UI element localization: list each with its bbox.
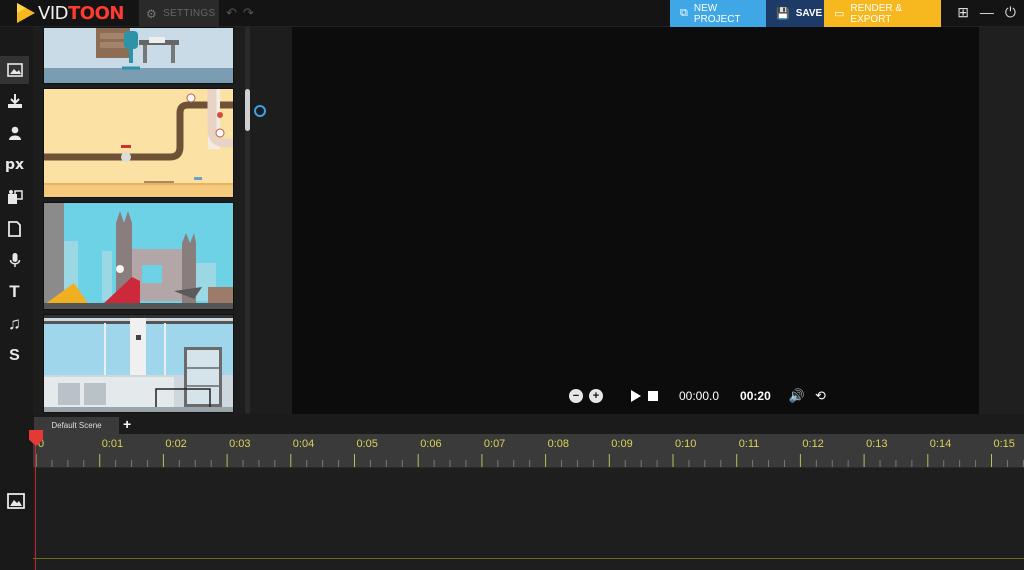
minimize-icon[interactable]: —: [980, 4, 994, 21]
sound-effect-icon[interactable]: S: [0, 342, 29, 370]
tab-default-scene[interactable]: Default Scene: [34, 417, 119, 434]
background-thumbnail-pipes[interactable]: [43, 88, 234, 198]
redo-icon[interactable]: ↷: [243, 5, 254, 21]
vidtoon-editor: VIDTOON ⚙ SETTINGS ↶ ↷ ⧉ NEW PROJECT 💾 S…: [0, 0, 1024, 570]
music-icon[interactable]: ♫: [0, 310, 29, 338]
preview-canvas[interactable]: [292, 27, 979, 414]
save-icon: 💾: [776, 8, 790, 20]
track-baseline: [33, 558, 1024, 559]
save-button[interactable]: 💾 SAVE: [766, 0, 824, 27]
background-icon[interactable]: [0, 56, 29, 84]
panel-resize-handle[interactable]: [254, 105, 266, 117]
text-icon[interactable]: T: [0, 278, 29, 306]
background-layer-icon: [7, 493, 25, 509]
play-icon[interactable]: [631, 390, 641, 402]
render-export-button[interactable]: ▭ RENDER & EXPORT: [824, 0, 941, 27]
library-scrollbar-thumb[interactable]: [245, 89, 250, 131]
zoom-out-icon[interactable]: −: [569, 389, 583, 403]
background-library-panel: [33, 27, 292, 414]
timeline-layer-rail: [0, 434, 33, 570]
ruler-tick-label: 0:10: [675, 438, 697, 450]
new-project-icon: ⧉: [680, 7, 688, 19]
library-scrollbar[interactable]: [245, 27, 250, 414]
monitor-icon: ▭: [834, 8, 845, 20]
undo-icon[interactable]: ↶: [226, 5, 237, 21]
character-icon[interactable]: [0, 119, 29, 147]
scene-tabs: Default Scene +: [33, 414, 1024, 434]
new-project-button[interactable]: ⧉ NEW PROJECT: [670, 0, 766, 27]
settings-button[interactable]: ⚙ SETTINGS: [139, 0, 219, 27]
px-icon[interactable]: px: [0, 151, 29, 179]
ruler-tick-label: 0:12: [802, 438, 824, 450]
settings-label: SETTINGS: [163, 8, 216, 19]
logo-play-icon: [17, 3, 35, 23]
text-box-icon[interactable]: [0, 215, 29, 243]
ruler-tick-label: 0:11: [738, 438, 760, 450]
props-icon[interactable]: [0, 183, 29, 211]
zoom-in-icon[interactable]: +: [589, 389, 603, 403]
layout-icon[interactable]: ⊞: [957, 4, 969, 21]
ruler-tick-label: 0:14: [929, 438, 952, 450]
save-label: SAVE: [795, 8, 823, 19]
window-controls: ⊞ — ⏻: [957, 4, 1016, 21]
ruler-tick-label: 0:13: [866, 438, 888, 450]
ruler-tick-label: 0:08: [547, 438, 570, 450]
ruler-tick-label: 0:06: [420, 438, 442, 450]
playhead-line: [35, 436, 36, 570]
top-toolbar: VIDTOON ⚙ SETTINGS ↶ ↷ ⧉ NEW PROJECT 💾 S…: [0, 0, 1024, 27]
add-scene-button[interactable]: +: [123, 416, 131, 432]
background-thumbnail-office[interactable]: [43, 27, 234, 84]
duration: 00:20: [740, 389, 771, 403]
ruler-tick-label: 0:07: [483, 438, 506, 450]
loop-icon[interactable]: ⟲: [815, 388, 826, 404]
ruler-tick-label: 0:01: [101, 438, 124, 450]
import-icon[interactable]: [0, 87, 29, 115]
player-controls: − + 00:00.0 00:20 🔊 ⟲: [569, 388, 826, 404]
logo-text-vid: VID: [38, 2, 68, 24]
new-project-label: NEW PROJECT: [693, 2, 741, 25]
logo-text-toon: TOON: [67, 2, 124, 24]
microphone-icon[interactable]: [0, 246, 29, 274]
volume-icon[interactable]: 🔊: [789, 388, 805, 404]
stop-icon[interactable]: [648, 391, 658, 401]
ruler-tick-label: 0:04: [292, 438, 315, 450]
preview-area: − + 00:00.0 00:20 🔊 ⟲: [292, 27, 1024, 414]
ruler-tick-label: 0:15: [993, 438, 1015, 450]
timeline-track[interactable]: [33, 468, 1024, 570]
gear-icon: ⚙: [146, 6, 158, 21]
render-label: RENDER & EXPORT: [850, 2, 903, 25]
app-logo: VIDTOON: [14, 2, 124, 24]
ruler-tick-label: 0:05: [356, 438, 378, 450]
background-thumbnail-construction[interactable]: [43, 202, 234, 310]
ruler-tick-label: 0:02: [165, 438, 187, 450]
power-icon[interactable]: ⏻: [1005, 4, 1016, 21]
current-time: 00:00.0: [679, 389, 720, 403]
ruler-tick-label: 0:03: [229, 438, 251, 450]
ruler-tick-label: 0:09: [611, 438, 633, 450]
background-thumbnail-kitchen[interactable]: [43, 314, 234, 413]
timeline-ruler[interactable]: 0 0:01 0:02 0:03 0:04 0:05 0:06 0:07 0:08 0:09 0:1…: [33, 434, 1024, 468]
